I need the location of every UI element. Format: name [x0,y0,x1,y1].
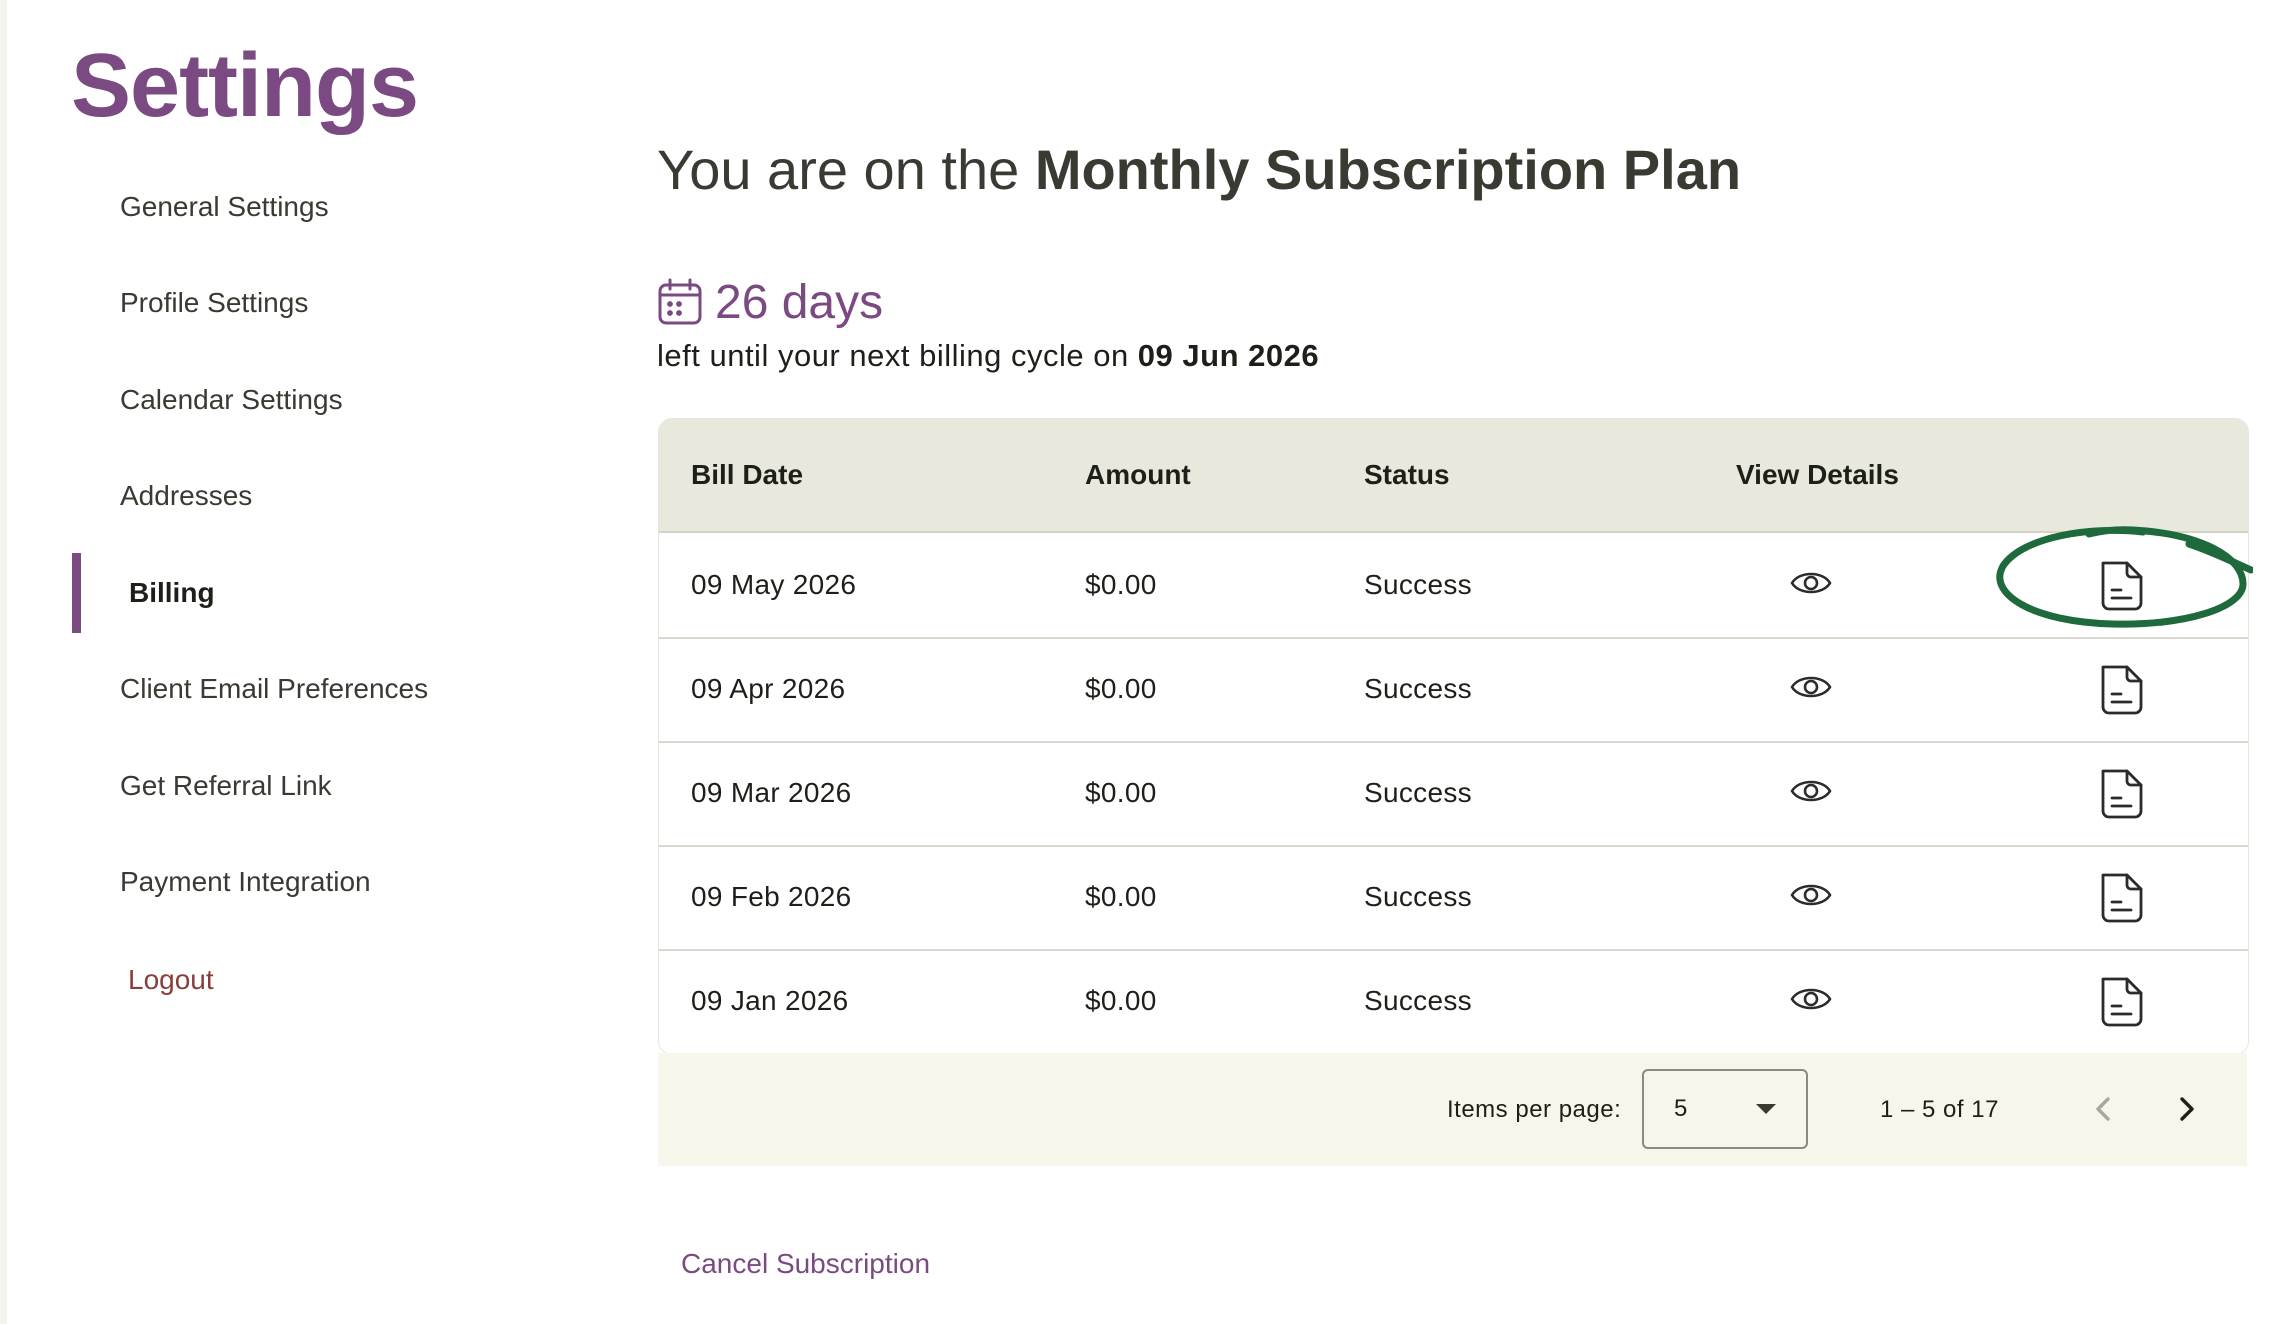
plan-heading-prefix: You are on the [657,138,1035,201]
sidebar-item-get-referral-link[interactable]: Get Referral Link [120,746,332,826]
cell-bill-date: 09 May 2026 [691,569,857,600]
cancel-subscription-link[interactable]: Cancel Subscription [681,1248,930,1280]
next-billing-text: left until your next billing cycle on 09… [657,338,1319,374]
sidebar-item-calendar-settings[interactable]: Calendar Settings [120,360,343,440]
plan-name: Monthly Subscription Plan [1034,138,1742,201]
active-indicator [72,553,81,633]
page-range-label: 1 – 5 of 17 [1880,1096,1999,1123]
sidebar-item-client-email-preferences[interactable]: Client Email Preferences [120,649,428,729]
table-row: 09 Feb 2026 $0.00 Success [659,845,2248,951]
table-row: 09 May 2026 $0.00 Success [659,533,2248,639]
cell-amount: $0.00 [1085,985,1157,1016]
cell-status: Success [1364,881,1472,912]
caret-down-icon [1756,1104,1776,1114]
days-left-row: 26 days [657,270,883,334]
cell-status: Success [1364,777,1472,808]
sidebar-item-general-settings[interactable]: General Settings [120,167,329,247]
items-per-page-value: 5 [1674,1095,1688,1122]
document-icon[interactable] [2095,559,2147,613]
eye-icon[interactable] [1789,773,1833,809]
sidebar-item-addresses[interactable]: Addresses [120,456,252,536]
cell-amount: $0.00 [1085,881,1157,912]
left-edge-rule [0,0,7,1324]
sidebar-item-logout[interactable]: Logout [128,940,214,1020]
calendar-icon [658,278,702,325]
cell-bill-date: 09 Apr 2026 [691,673,846,704]
document-icon[interactable] [2095,767,2147,821]
sidebar-item-billing[interactable]: Billing [129,553,215,633]
plan-heading: You are on the Monthly Subscription Plan [657,130,1741,210]
chevron-right-icon[interactable] [2168,1091,2204,1127]
sidebar-item-profile-settings[interactable]: Profile Settings [120,263,308,343]
cell-amount: $0.00 [1085,777,1157,808]
billing-settings-page: Settings General Settings Profile Settin… [0,0,2286,1324]
days-left-count: 26 days [715,275,884,329]
sidebar-item-payment-integration[interactable]: Payment Integration [120,842,371,922]
table-header: Bill Date Amount Status View Details [659,419,2248,533]
next-billing-prefix: left until your next billing cycle on [657,338,1138,373]
page-title: Settings [71,36,419,136]
cell-bill-date: 09 Feb 2026 [691,881,852,912]
eye-icon[interactable] [1789,877,1833,913]
items-per-page-label: Items per page: [1447,1096,1622,1123]
header-bill-date: Bill Date [691,459,804,490]
cell-status: Success [1364,673,1472,704]
document-icon[interactable] [2095,663,2147,717]
document-icon[interactable] [2095,975,2147,1029]
chevron-left-icon[interactable] [2086,1091,2122,1127]
header-view-details: View Details [1736,459,1899,490]
header-status: Status [1364,459,1450,490]
cell-status: Success [1364,985,1472,1016]
cell-bill-date: 09 Mar 2026 [691,777,852,808]
document-icon[interactable] [2095,871,2147,925]
eye-icon[interactable] [1789,981,1833,1017]
header-amount: Amount [1085,459,1191,490]
table-row: 09 Mar 2026 $0.00 Success [659,741,2248,847]
cell-amount: $0.00 [1085,673,1157,704]
cell-status: Success [1364,569,1472,600]
paginator: Items per page: 5 1 – 5 of 17 [658,1053,2247,1166]
next-billing-date: 09 Jun 2026 [1137,338,1320,373]
billing-history-table: Bill Date Amount Status View Details 09 … [658,418,2249,1055]
cell-amount: $0.00 [1085,569,1157,600]
eye-icon[interactable] [1789,669,1833,705]
items-per-page-select[interactable]: 5 [1642,1069,1808,1149]
cell-bill-date: 09 Jan 2026 [691,985,849,1016]
eye-icon[interactable] [1789,565,1833,601]
table-row: 09 Jan 2026 $0.00 Success [659,949,2248,1053]
table-row: 09 Apr 2026 $0.00 Success [659,637,2248,743]
